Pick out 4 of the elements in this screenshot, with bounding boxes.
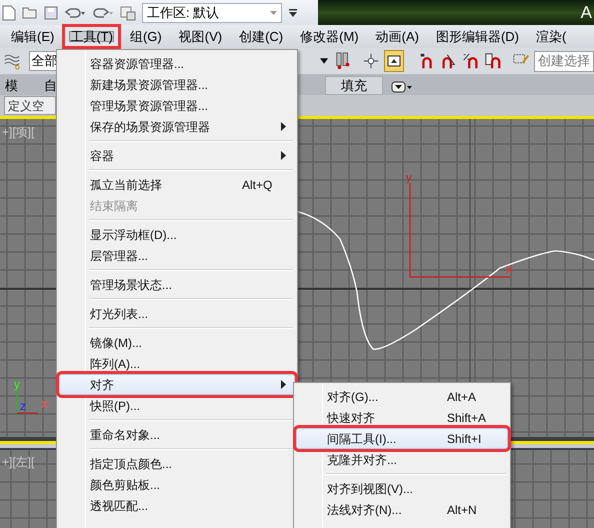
window-title: A — [580, 2, 592, 24]
axis-label: y — [406, 172, 412, 184]
axis-label: x — [506, 261, 512, 276]
axis-tripod-drawing: y z x — [14, 377, 54, 417]
